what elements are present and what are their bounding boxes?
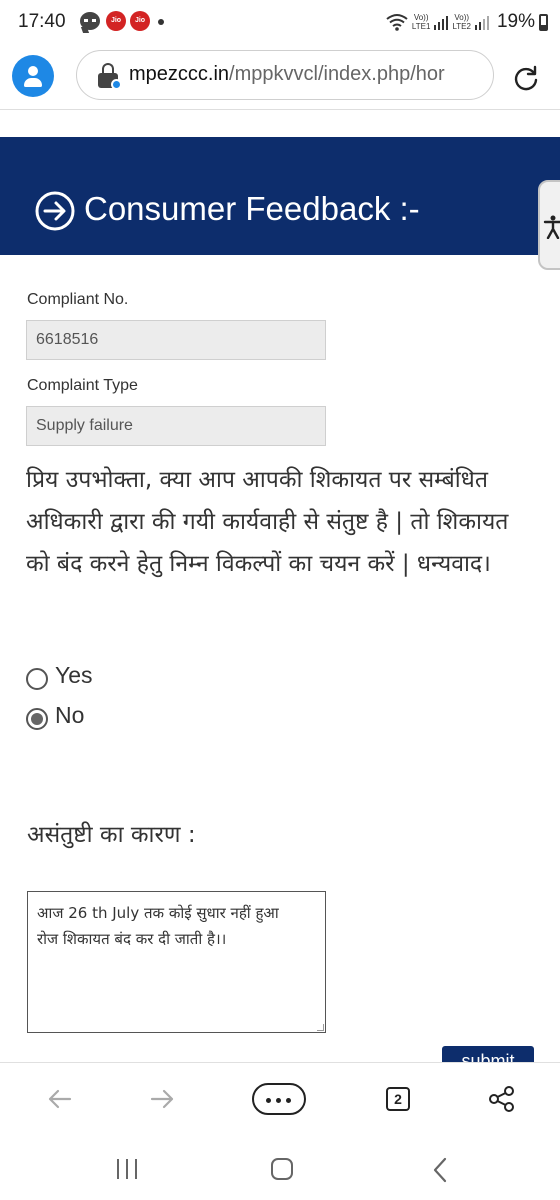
complaint-no-label: Compliant No. [27,291,129,308]
feedback-message: प्रिय उपभोक्ता, क्या आप आपकी शिकायत पर स… [26,467,509,577]
resize-handle-icon[interactable] [317,1024,324,1031]
recent-apps-icon[interactable] [117,1159,137,1179]
option-no[interactable]: No [26,700,84,730]
page-title: Consumer Feedback :- [84,190,420,227]
battery-percentage: 19% [496,11,535,32]
option-yes-label[interactable]: Yes [55,662,93,689]
radio-yes[interactable] [26,668,48,690]
jio-badge-2: Jio [130,11,150,31]
complaint-no-field[interactable]: 6618516 [26,320,326,360]
radio-no[interactable] [26,708,48,730]
complaint-type-field[interactable]: Supply failure [26,406,326,446]
signal-icon [434,14,449,30]
browser-toolbar: 2 [0,1062,560,1134]
status-indicators: Vo)) LTE1 Vo)) LTE2 19% [386,10,548,34]
share-icon[interactable] [486,1083,518,1115]
reason-textarea[interactable]: आज 26 th July तक कोई सुधार नहीं हुआ रोज … [27,891,326,1033]
tabs-icon[interactable]: 2 [386,1087,410,1111]
option-yes[interactable]: Yes [26,660,93,690]
status-bar: 17:40 Jio Jio Vo)) LTE1 Vo)) LTE2 19% [0,0,560,46]
reload-icon[interactable] [512,64,540,92]
battery-icon [539,13,548,31]
complaint-type-label: Complaint Type [27,377,138,394]
jio-badge-1: Jio [106,11,126,31]
more-icon[interactable] [252,1083,306,1115]
accessibility-icon [543,215,560,239]
signal-icon [474,14,489,30]
system-nav-bar [0,1134,560,1200]
lock-icon[interactable] [97,63,122,90]
url-path: /mppkvvcl/index.php/hor [229,63,445,85]
sim2-label: Vo)) LTE2 [452,13,471,31]
avatar-icon[interactable] [12,55,54,97]
message-notification-icon [80,12,100,30]
reason-text: आज 26 th July तक कोई सुधार नहीं हुआ रोज … [37,904,279,948]
circle-arrow-right-icon [35,191,75,231]
browser-address-row: mpezccc.in/mppkvvcl/index.php/hor [0,46,560,110]
url-domain: mpezccc.in [129,63,230,85]
status-time: 17:40 [18,11,66,32]
back-arrow-icon[interactable] [44,1083,76,1115]
sim1-label: Vo)) LTE1 [411,13,431,31]
option-no-label[interactable]: No [55,702,84,729]
accessibility-button[interactable] [538,180,560,270]
wifi-icon [386,14,408,31]
forward-arrow-icon[interactable] [146,1083,178,1115]
notification-dot-icon [158,19,164,25]
url-text[interactable]: mpezccc.in/mppkvvcl/index.php/hor [129,63,485,86]
nav-back-icon[interactable] [430,1157,450,1183]
address-bar[interactable]: mpezccc.in/mppkvvcl/index.php/hor [76,50,494,100]
home-icon[interactable] [271,1158,293,1180]
reason-label: असंतुष्टी का कारण : [27,822,196,848]
